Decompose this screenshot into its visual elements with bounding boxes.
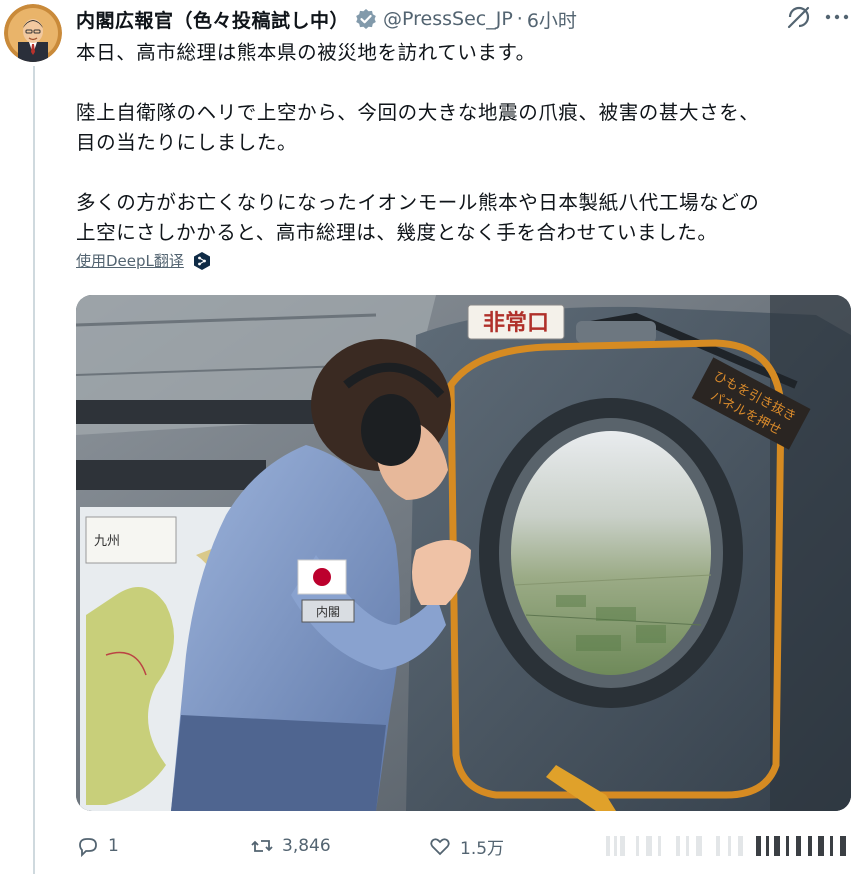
translate-link[interactable]: 使用DeepL翻译	[76, 250, 212, 271]
display-name[interactable]: 内閣広報官（色々投稿試し中）	[76, 6, 349, 33]
deepl-icon[interactable]	[192, 251, 212, 271]
obscured-actions	[606, 836, 846, 856]
name-badge: 内閣	[316, 605, 340, 619]
tweet-text-line: 陸上自衛隊のヘリで上空から、今回の大きな地震の爪痕、被害の甚大さを、	[76, 101, 760, 124]
emergency-exit-sign: 非常口	[483, 310, 549, 336]
thread-line	[33, 66, 35, 874]
tweet-text-line: 多くの方がお亡くなりになったイオンモール熊本や日本製紙八代工場などの	[76, 191, 760, 214]
tweet-text-line: 本日、高市総理は熊本県の被災地を訪れています。	[76, 41, 536, 64]
separator-dot: ·	[516, 8, 523, 30]
grok-icon[interactable]	[786, 4, 812, 30]
like-count: 1.5万	[460, 838, 505, 859]
tweet-text-line: 目の当たりにしました。	[76, 131, 298, 154]
reply-icon	[79, 838, 97, 858]
retweet-button[interactable]: 3,846	[250, 834, 331, 858]
tweet-text-line: 上空にさしかかると、高市総理は、幾度となく手を合わせていました。	[76, 221, 718, 244]
translate-label[interactable]: 使用DeepL翻译	[76, 250, 184, 271]
reply-button[interactable]: 1	[76, 834, 119, 858]
tweet-actions: 1 3,846 1.5万	[76, 828, 856, 864]
like-button[interactable]: 1.5万	[428, 834, 504, 859]
user-handle[interactable]: @PressSec_JP	[383, 8, 513, 30]
like-icon	[430, 838, 450, 856]
tweet-text: 本日、高市総理は熊本県の被災地を訪れています。 陸上自衛隊のヘリで上空から、今回…	[76, 38, 846, 248]
avatar[interactable]	[4, 4, 62, 62]
timestamp[interactable]: 6小时	[527, 6, 577, 33]
tweet-header: 内閣広報官（色々投稿試し中） @PressSec_JP · 6小时	[76, 4, 856, 34]
map-label: 九州	[94, 534, 120, 549]
tweet-photo[interactable]: 九州 非常口 ひもを引き抜き パネルを押せ 内閣	[76, 295, 851, 811]
retweet-icon	[251, 840, 273, 852]
verified-badge-icon	[355, 8, 377, 30]
retweet-count: 3,846	[282, 836, 331, 856]
reply-count: 1	[108, 836, 119, 856]
more-icon[interactable]	[822, 4, 852, 30]
